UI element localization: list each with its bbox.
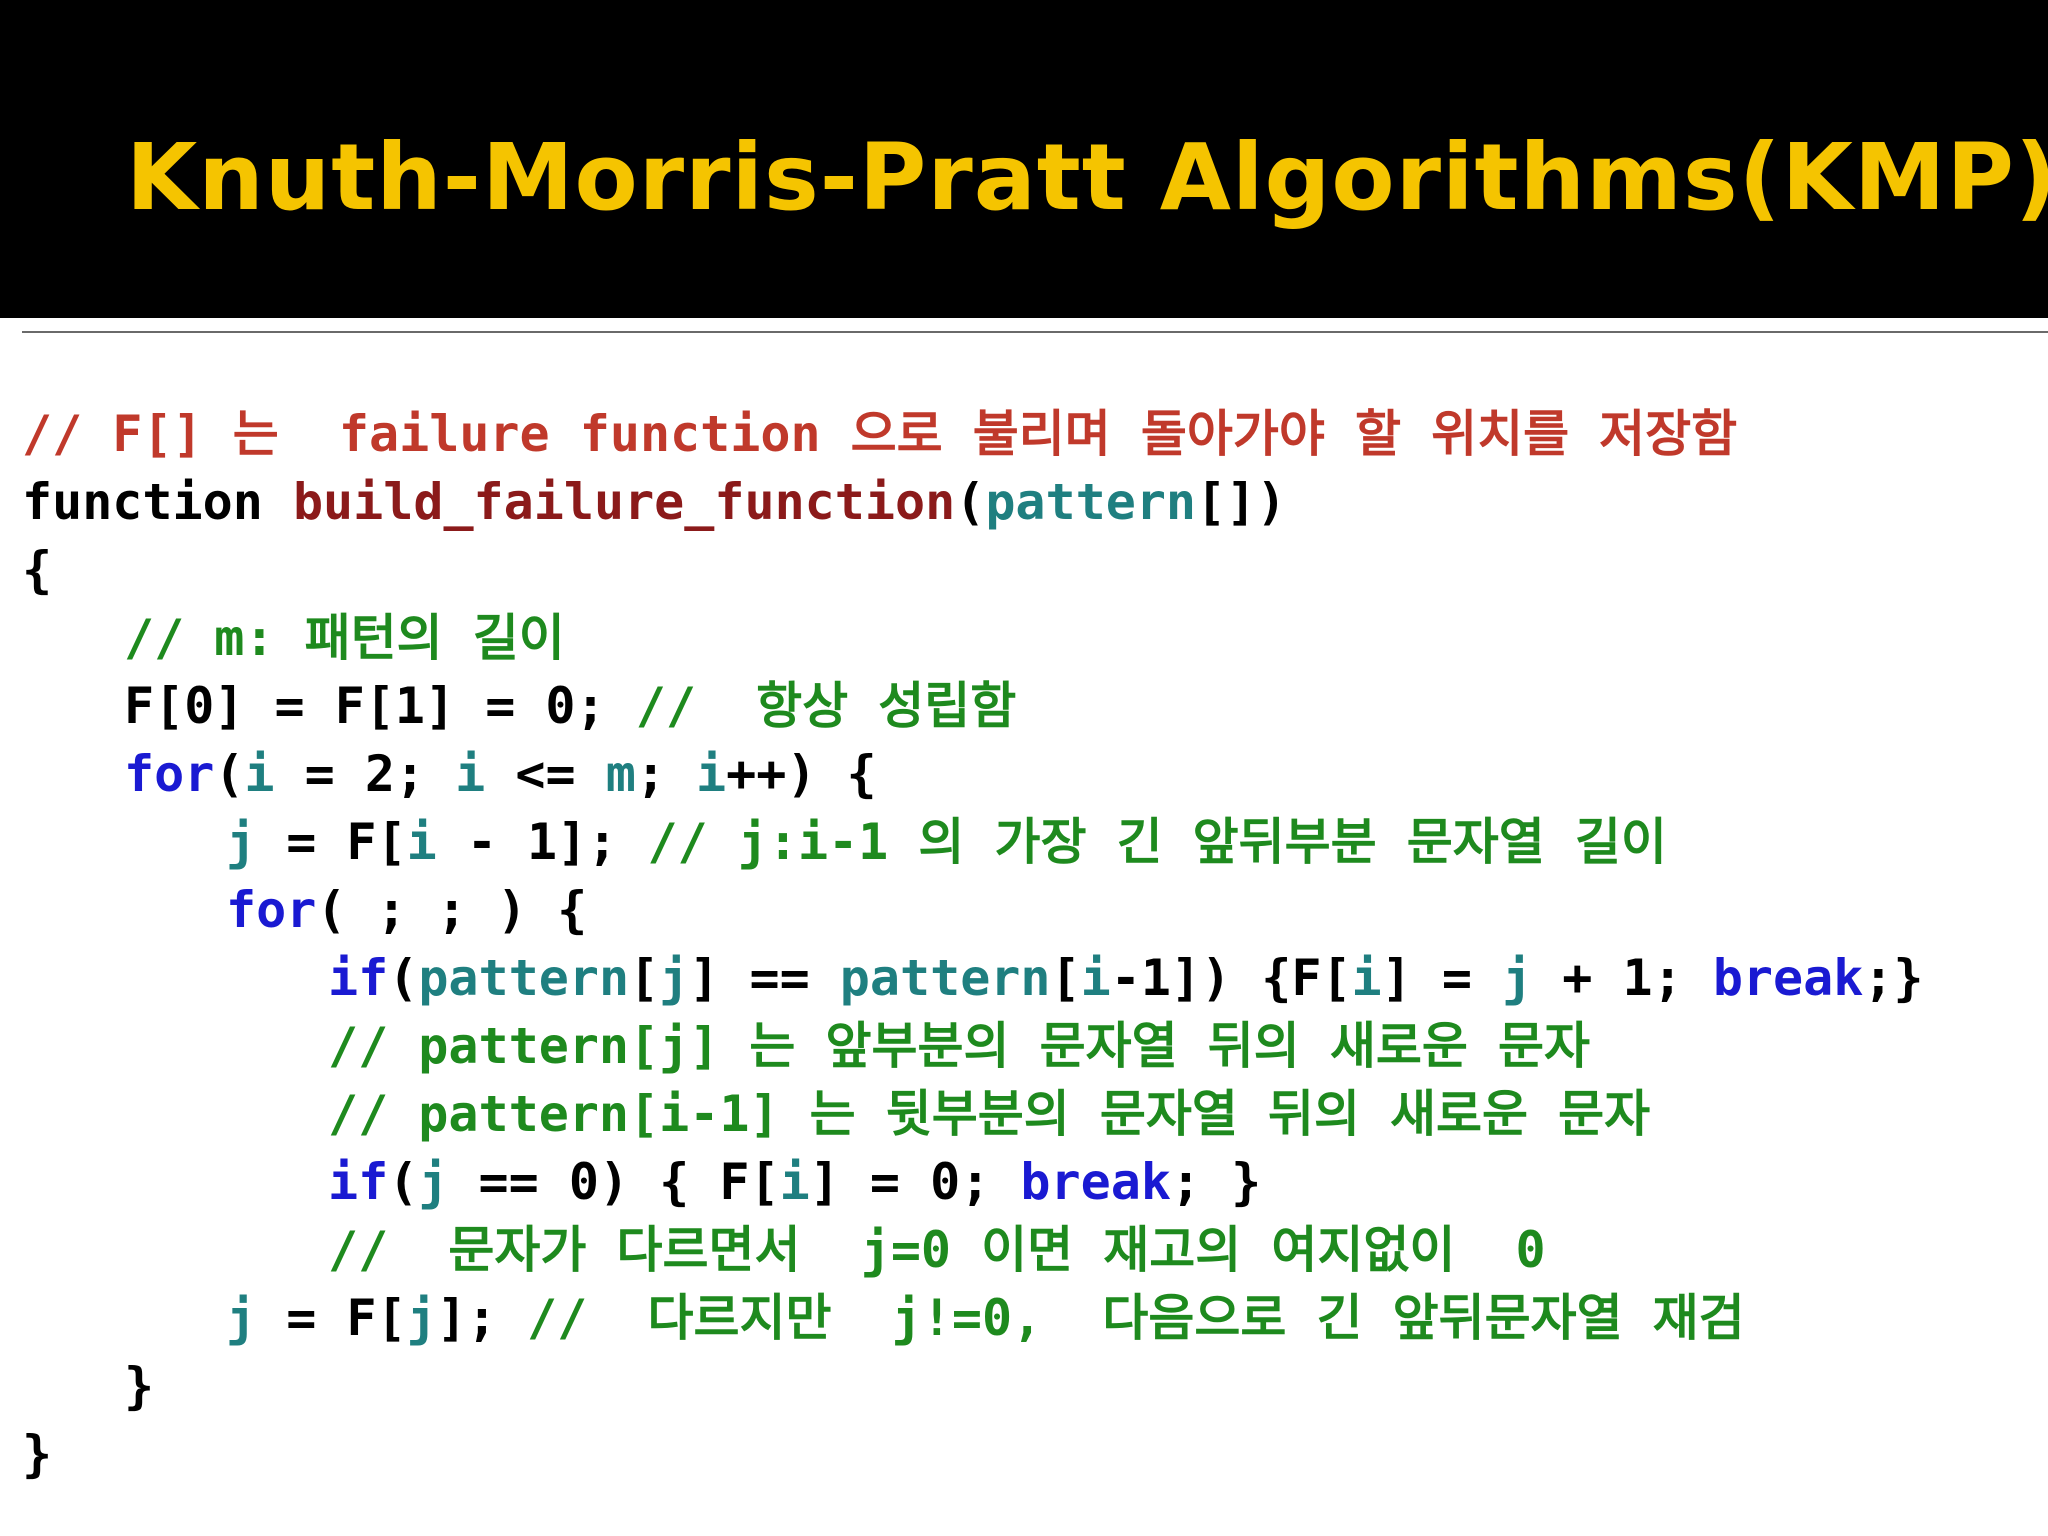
variable-name: i	[1351, 949, 1382, 1007]
code-line: {	[22, 536, 1924, 604]
code-comment: // 문자가 다르면서 j=0 이면 재고의 여지없이 0	[328, 1221, 1546, 1279]
code-text: (	[388, 949, 419, 1007]
variable-name: j	[418, 1153, 449, 1211]
variable-name: pattern	[418, 949, 630, 1007]
keyword: if	[328, 949, 389, 1007]
code-line: j = F[i - 1]; // j:i-1 의 가장 긴 앞뒤부분 문자열 길…	[22, 808, 1924, 876]
variable-name: j	[226, 1289, 257, 1347]
variable-name: j	[1502, 949, 1533, 1007]
code-text: + 1;	[1532, 949, 1713, 1007]
code-text: = F[	[256, 1289, 407, 1347]
code-line: // 문자가 다르면서 j=0 이면 재고의 여지없이 0	[22, 1216, 1924, 1284]
code-line: function build_failure_function(pattern[…	[22, 468, 1924, 536]
code-text: = 2;	[274, 745, 456, 803]
variable-name: pattern	[839, 949, 1051, 1007]
code-text: ;}	[1863, 949, 1924, 1007]
variable-name: i	[1080, 949, 1111, 1007]
slide-title: Knuth-Morris-Pratt Algorithms(KMP)	[126, 124, 2048, 231]
code-text: - 1];	[436, 813, 648, 871]
code-line: F[0] = F[1] = 0; // 항상 성립함	[22, 672, 1924, 740]
code-block: // F[] 는 failure function 으로 불리며 돌아가야 할 …	[22, 400, 1924, 1488]
code-line: }	[22, 1420, 1924, 1488]
title-divider	[22, 331, 2048, 333]
variable-name: i	[455, 745, 486, 803]
variable-name: j	[406, 1289, 437, 1347]
code-text: ( ; ; ) {	[316, 881, 588, 939]
code-text: = F[	[256, 813, 407, 871]
code-line: // m: 패턴의 길이	[22, 604, 1924, 672]
code-text: (	[214, 745, 245, 803]
code-line: if(j == 0) { F[i] = 0; break; }	[22, 1148, 1924, 1216]
code-text: ;	[635, 745, 697, 803]
code-line: if(pattern[j] == pattern[i-1]) {F[i] = j…	[22, 944, 1924, 1012]
title-bar: Knuth-Morris-Pratt Algorithms(KMP)	[0, 0, 2048, 318]
code-comment: // pattern[i-1] 는 뒷부분의 문자열 뒤의 새로운 문자	[328, 1085, 1651, 1143]
code-text: ] =	[1381, 949, 1503, 1007]
variable-name: i	[696, 745, 727, 803]
code-text: [])	[1196, 473, 1287, 531]
code-comment: // pattern[j] 는 앞부분의 문자열 뒤의 새로운 문자	[328, 1017, 1590, 1075]
code-comment: // m: 패턴의 길이	[124, 609, 565, 667]
code-text: {	[22, 541, 53, 599]
keyword: if	[328, 1153, 389, 1211]
code-line: // pattern[i-1] 는 뒷부분의 문자열 뒤의 새로운 문자	[22, 1080, 1924, 1148]
function-name: build_failure_function	[292, 473, 956, 531]
variable-name: pattern	[985, 473, 1197, 531]
code-text: [	[1050, 949, 1081, 1007]
code-comment: // F[] 는 failure function 으로 불리며 돌아가야 할 …	[22, 405, 1738, 463]
code-text: -1]) {F[	[1110, 949, 1352, 1007]
code-text: (	[388, 1153, 419, 1211]
code-text: function	[22, 473, 293, 531]
code-text: ; }	[1170, 1153, 1262, 1211]
keyword: break	[1712, 949, 1864, 1007]
code-text: == 0) { F[	[448, 1153, 780, 1211]
variable-name: j	[226, 813, 257, 871]
code-text: (	[955, 473, 986, 531]
keyword: for	[124, 745, 215, 803]
code-line: j = F[j]; // 다르지만 j!=0, 다음으로 긴 앞뒤문자열 재검	[22, 1284, 1924, 1352]
keyword: break	[1020, 1153, 1171, 1211]
code-text: ];	[436, 1289, 528, 1347]
code-text: F[0] = F[1] = 0;	[124, 677, 636, 735]
variable-name: j	[659, 949, 690, 1007]
variable-name: i	[244, 745, 275, 803]
code-line: // pattern[j] 는 앞부분의 문자열 뒤의 새로운 문자	[22, 1012, 1924, 1080]
code-comment: // 항상 성립함	[635, 677, 1017, 735]
code-text: ++) {	[726, 745, 877, 803]
variable-name: i	[406, 813, 437, 871]
code-comment: // j:i-1 의 가장 긴 앞뒤부분 문자열 길이	[647, 813, 1667, 871]
code-text: ] ==	[689, 949, 840, 1007]
code-text: <=	[485, 745, 606, 803]
code-line: // F[] 는 failure function 으로 불리며 돌아가야 할 …	[22, 400, 1924, 468]
code-line: for(i = 2; i <= m; i++) {	[22, 740, 1924, 808]
code-line: for( ; ; ) {	[22, 876, 1924, 944]
variable-name: m	[605, 745, 636, 803]
code-text: ] = 0;	[809, 1153, 1021, 1211]
code-line: }	[22, 1352, 1924, 1420]
variable-name: i	[779, 1153, 810, 1211]
code-text: [	[629, 949, 660, 1007]
code-comment: // 다르지만 j!=0, 다음으로 긴 앞뒤문자열 재검	[527, 1289, 1745, 1347]
keyword: for	[226, 881, 317, 939]
code-text: }	[22, 1425, 53, 1483]
code-text: }	[124, 1357, 155, 1415]
